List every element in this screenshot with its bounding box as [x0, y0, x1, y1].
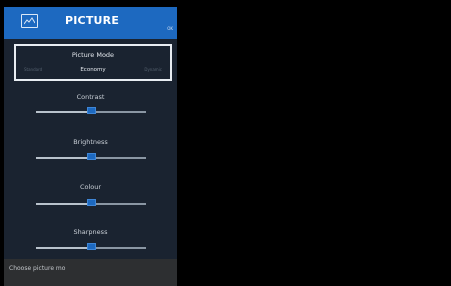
menu-header: PICTURE OK	[4, 7, 177, 39]
picture-settings-panel: PICTURE OK Picture Mode Standard Economy…	[4, 7, 177, 286]
sharpness-slider-handle[interactable]	[87, 243, 96, 250]
help-footer: Choose picture mo	[4, 259, 177, 286]
contrast-slider[interactable]	[36, 107, 146, 114]
header-corner-mark: OK	[167, 26, 173, 31]
colour-slider[interactable]	[36, 199, 146, 206]
colour-slider-handle[interactable]	[87, 199, 96, 206]
menu-title: PICTURE	[65, 14, 120, 27]
sharpness-slider[interactable]	[36, 243, 146, 250]
contrast-slider-handle[interactable]	[87, 107, 96, 114]
contrast-label: Contrast	[76, 93, 105, 101]
brightness-label: Brightness	[73, 138, 108, 146]
sharpness-slider-fill	[36, 247, 91, 249]
brightness-slider-fill	[36, 157, 91, 159]
picture-mode-selector[interactable]: Picture Mode Standard Economy Dynamic	[14, 44, 172, 81]
help-text: Choose picture mo	[9, 265, 66, 272]
sharpness-label: Sharpness	[73, 228, 108, 236]
contrast-slider-fill	[36, 111, 91, 113]
picture-mode-label: Picture Mode	[71, 51, 115, 59]
picture-icon	[21, 14, 38, 28]
brightness-slider[interactable]	[36, 153, 146, 160]
picture-mode-next-option[interactable]: Dynamic	[144, 67, 162, 72]
colour-slider-fill	[36, 203, 91, 205]
brightness-slider-handle[interactable]	[87, 153, 96, 160]
colour-label: Colour	[79, 183, 102, 191]
